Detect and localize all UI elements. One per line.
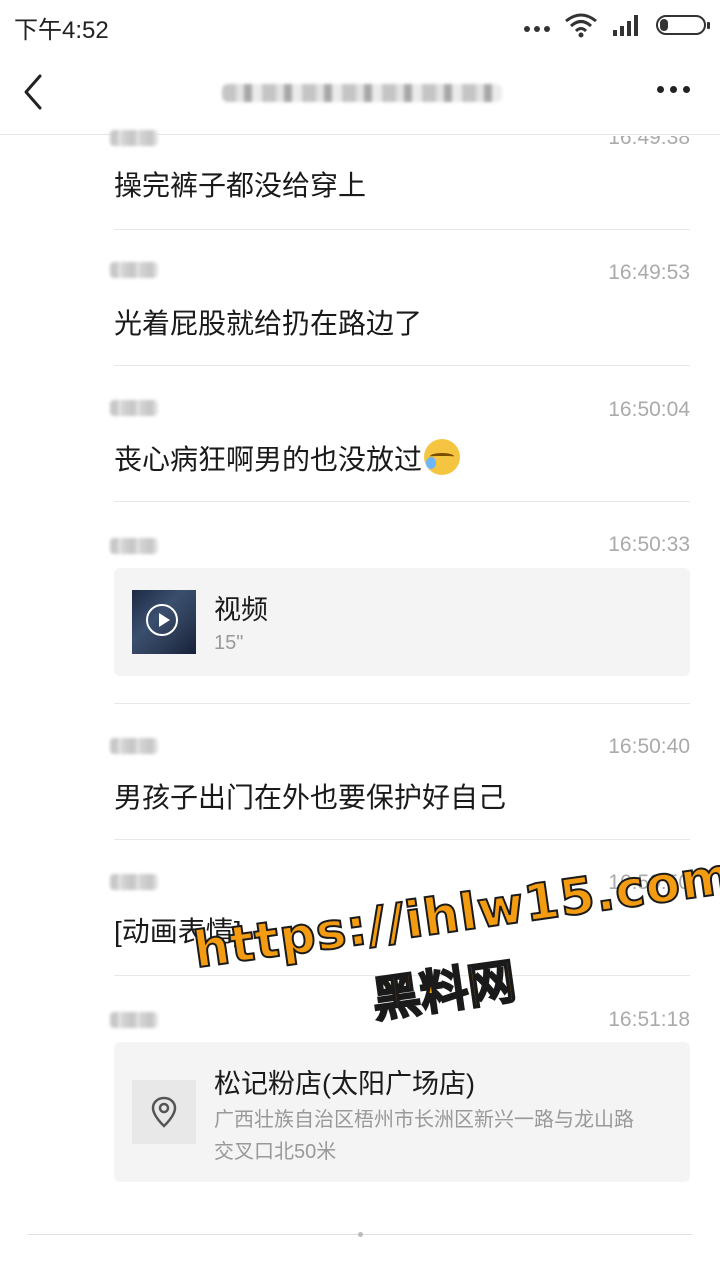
video-thumbnail (132, 590, 196, 654)
video-title: 视频 (214, 595, 268, 625)
sender-name-redacted (110, 538, 158, 554)
location-name: 松记粉店(太阳广场店) (214, 1069, 475, 1099)
location-card[interactable]: 松记粉店(太阳广场店) 广西壮族自治区梧州市长洲区新兴一路与龙山路 交叉口北50… (114, 1042, 690, 1182)
chevron-left-icon (24, 74, 42, 110)
message-text: 男孩子出门在外也要保护好自己 (114, 782, 507, 813)
message-item[interactable]: 16:50:50 [动画表情] (110, 840, 690, 976)
message-time: 16:49:53 (608, 261, 690, 284)
message-text: 光着屁股就给扔在路边了 (114, 308, 423, 339)
more-horizontal-icon (657, 86, 664, 93)
status-time: 下午4:52 (14, 17, 109, 44)
sender-name-redacted (110, 738, 158, 754)
play-icon (146, 604, 178, 636)
message-item[interactable]: 16:50:33 视频 15" (110, 502, 690, 704)
message-text: 操完裤子都没给穿上 (114, 170, 367, 201)
location-pin-icon (151, 1096, 177, 1128)
video-duration: 15" (214, 632, 244, 654)
location-thumbnail (132, 1080, 196, 1144)
wifi-icon (565, 13, 597, 38)
chat-title-redacted (222, 78, 502, 108)
message-item[interactable]: 16:49:53 光着屁股就给扔在路边了 (110, 230, 690, 366)
sender-name-redacted (110, 1012, 158, 1028)
battery-icon (656, 15, 710, 35)
scroll-indicator (358, 1232, 363, 1237)
message-item[interactable]: 16:50:40 男孩子出门在外也要保护好自己 (110, 704, 690, 840)
message-text: 丧心病狂啊男的也没放过 (114, 438, 461, 478)
notification-dots-icon (524, 26, 550, 32)
signal-icon (613, 15, 638, 36)
status-icons (524, 12, 710, 38)
message-time: 16:50:04 (608, 398, 690, 421)
laughing-crying-emoji-icon (424, 439, 461, 475)
sender-name-redacted (110, 262, 158, 278)
sender-name-redacted (110, 874, 158, 890)
message-text: [动画表情] (114, 916, 242, 947)
status-bar: 下午4:52 (0, 0, 720, 50)
message-time: 16:49:38 (608, 126, 690, 149)
back-button[interactable] (18, 70, 58, 114)
message-item[interactable]: 16:49:38 操完裤子都没给穿上 (110, 120, 690, 230)
sender-name-redacted (110, 400, 158, 416)
message-item[interactable]: 16:51:18 松记粉店(太阳广场店) 广西壮族自治区梧州市长洲区新兴一路与龙… (110, 976, 690, 1186)
more-button[interactable] (657, 86, 690, 93)
message-time: 16:51:18 (608, 1008, 690, 1031)
message-time: 16:50:40 (608, 735, 690, 758)
sender-name-redacted (110, 130, 158, 146)
message-item[interactable]: 16:50:04 丧心病狂啊男的也没放过 (110, 366, 690, 502)
location-address: 广西壮族自治区梧州市长洲区新兴一路与龙山路 交叉口北50米 (214, 1109, 634, 1163)
video-card[interactable]: 视频 15" (114, 568, 690, 676)
message-time: 16:50:50 (608, 871, 690, 894)
message-time: 16:50:33 (608, 533, 690, 556)
